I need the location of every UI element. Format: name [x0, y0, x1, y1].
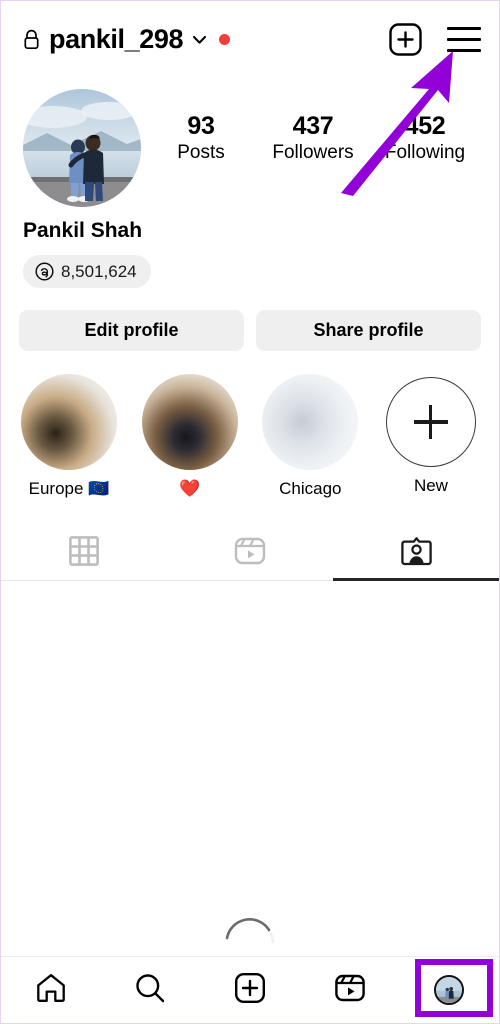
loading-spinner — [221, 896, 279, 954]
lock-icon — [23, 29, 40, 50]
nav-home[interactable] — [1, 957, 101, 1023]
reels-icon — [334, 972, 366, 1009]
notification-dot — [219, 33, 231, 45]
nav-reels[interactable] — [300, 957, 400, 1023]
top-bar-actions — [389, 22, 481, 56]
edit-profile-button[interactable]: Edit profile — [19, 310, 244, 352]
highlight-thumb-europe — [21, 374, 117, 471]
chevron-down-icon[interactable] — [191, 31, 208, 48]
home-icon — [35, 972, 67, 1009]
profile-action-buttons: Edit profile Share profile — [1, 288, 499, 352]
bottom-navigation — [1, 957, 499, 1023]
stat-followers[interactable]: 437 Followers — [271, 112, 355, 167]
highlight-heart[interactable]: ❤️ — [136, 374, 244, 500]
nav-create[interactable] — [200, 957, 300, 1023]
profile-tabs — [1, 522, 499, 582]
highlight-label: New — [413, 476, 448, 496]
grid-icon — [69, 536, 99, 567]
plus-square-icon — [389, 22, 422, 56]
feed-content-area — [1, 581, 499, 957]
new-highlight-plus — [385, 377, 476, 468]
profile-name-block: Pankil Shah 8,501,624 — [1, 207, 499, 289]
menu-button[interactable] — [447, 26, 481, 52]
plus-square-icon — [234, 972, 266, 1009]
threads-badge[interactable]: 8,501,624 — [23, 255, 151, 289]
stat-posts[interactable]: 93 Posts — [159, 112, 243, 167]
tab-tagged[interactable] — [333, 522, 499, 582]
tab-reels[interactable] — [167, 522, 333, 580]
username-switcher[interactable]: pankil_298 — [23, 23, 231, 54]
highlight-europe[interactable]: Europe 🇪🇺 — [15, 374, 123, 500]
create-post-button[interactable] — [389, 22, 422, 56]
posts-label: Posts — [177, 142, 225, 163]
profile-stats: 93 Posts 437 Followers 452 Following — [145, 89, 481, 167]
share-profile-button[interactable]: Share profile — [256, 310, 481, 352]
followers-label: Followers — [272, 142, 354, 163]
avatar[interactable] — [23, 89, 141, 207]
highlight-chicago[interactable]: Chicago — [256, 374, 364, 500]
hamburger-menu-icon — [447, 26, 481, 52]
story-highlights: Europe 🇪🇺 ❤️ Chicago New — [1, 351, 499, 500]
avatar-container[interactable] — [23, 89, 141, 207]
following-count: 452 — [404, 112, 446, 140]
highlight-thumb-heart — [141, 374, 238, 471]
reels-icon — [234, 535, 266, 567]
stat-following[interactable]: 452 Following — [383, 112, 467, 167]
threads-count: 8,501,624 — [61, 262, 137, 282]
profile-nav-avatar — [434, 975, 465, 1005]
username-label: pankil_298 — [49, 23, 184, 54]
profile-header: 93 Posts 437 Followers 452 Following — [1, 77, 499, 207]
instagram-profile-screen: pankil_298 93 Posts 437 Followers 452 Fo… — [0, 0, 500, 1024]
tagged-person-icon — [400, 536, 432, 567]
highlight-thumb-chicago — [262, 374, 359, 471]
highlight-label: ❤️ — [179, 479, 201, 499]
highlight-new[interactable]: New — [377, 374, 485, 500]
following-label: Following — [384, 142, 466, 163]
highlight-label: Chicago — [279, 479, 342, 499]
followers-count: 437 — [292, 112, 334, 140]
full-name: Pankil Shah — [23, 219, 143, 242]
threads-icon — [35, 262, 54, 281]
plus-icon — [413, 405, 448, 440]
nav-search[interactable] — [101, 957, 201, 1023]
posts-count: 93 — [187, 112, 215, 140]
search-icon — [134, 972, 166, 1009]
highlight-label: Europe 🇪🇺 — [28, 479, 110, 499]
top-bar: pankil_298 — [1, 1, 499, 77]
tab-grid[interactable] — [1, 522, 167, 580]
nav-profile[interactable] — [399, 957, 499, 1023]
